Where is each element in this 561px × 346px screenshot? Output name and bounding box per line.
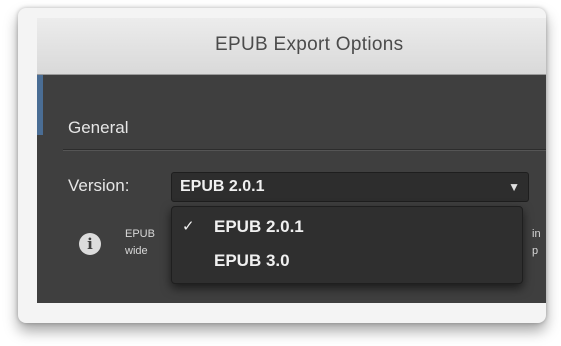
info-description-text: EPUB wide <box>125 226 155 260</box>
section-title-general: General <box>68 118 129 137</box>
menu-item-epub-2-0-1[interactable]: ✓ EPUB 2.0.1 <box>172 213 522 243</box>
title-bar: EPUB Export Options <box>37 18 546 75</box>
menu-item-epub-3-0[interactable]: EPUB 3.0 <box>172 247 522 277</box>
info-description-text-right: in p <box>532 226 541 260</box>
screenshot-frame: EPUB Export Options General Version: EPU… <box>18 8 546 323</box>
version-dropdown-menu: ✓ EPUB 2.0.1 EPUB 3.0 <box>171 206 523 284</box>
section-divider <box>63 149 546 150</box>
menu-item-label: EPUB 3.0 <box>214 251 290 270</box>
info-text-line: wide <box>125 245 148 257</box>
dialog-window: EPUB Export Options General Version: EPU… <box>37 18 546 303</box>
info-icon: i <box>79 233 101 255</box>
window-title: EPUB Export Options <box>215 34 404 55</box>
version-label: Version: <box>68 176 130 195</box>
menu-item-label: EPUB 2.0.1 <box>214 217 304 236</box>
chevron-down-icon[interactable]: ▼ <box>508 180 520 194</box>
version-select-value: EPUB 2.0.1 <box>180 178 265 195</box>
info-text-line: EPUB <box>125 228 155 240</box>
version-select[interactable]: EPUB 2.0.1 ▼ <box>171 172 529 202</box>
info-text-line: in <box>532 228 541 240</box>
sidebar-selection-strip <box>37 75 43 135</box>
checkmark-icon: ✓ <box>182 218 195 235</box>
info-text-line: p <box>532 245 539 257</box>
